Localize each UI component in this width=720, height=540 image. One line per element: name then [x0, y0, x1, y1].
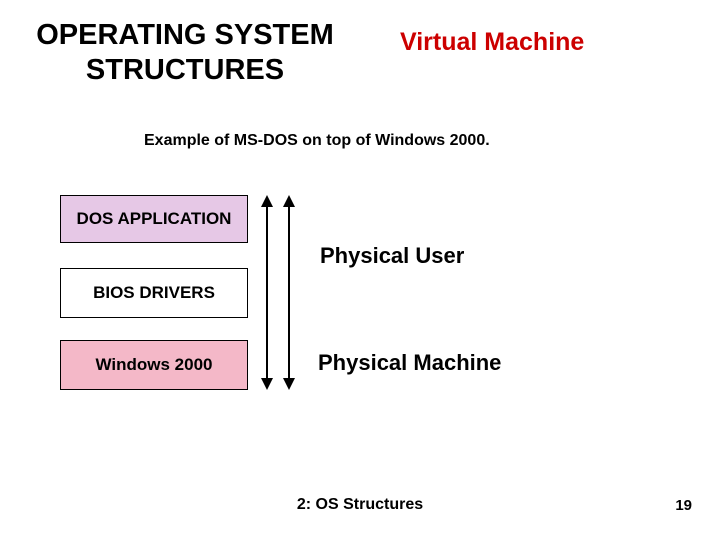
label-physical-user: Physical User: [320, 243, 464, 269]
page-number: 19: [675, 497, 692, 514]
label-physical-machine: Physical Machine: [318, 350, 501, 376]
page-title-left: OPERATING SYSTEM STRUCTURES: [20, 18, 350, 88]
box-dos-application: DOS APPLICATION: [60, 195, 248, 243]
diagram-caption: Example of MS-DOS on top of Windows 2000…: [144, 132, 490, 150]
page-title-right: Virtual Machine: [400, 28, 584, 57]
footer-chapter: 2: OS Structures: [0, 496, 720, 514]
arrow-inner-head-up: [261, 195, 273, 207]
arrow-outer-head-up: [283, 195, 295, 207]
arrow-inner-head-down: [261, 378, 273, 390]
box-bios-drivers: BIOS DRIVERS: [60, 268, 248, 318]
box-windows-2000: Windows 2000: [60, 340, 248, 390]
arrow-outer-line: [288, 206, 290, 380]
arrow-inner-line: [266, 206, 268, 380]
arrow-outer-head-down: [283, 378, 295, 390]
